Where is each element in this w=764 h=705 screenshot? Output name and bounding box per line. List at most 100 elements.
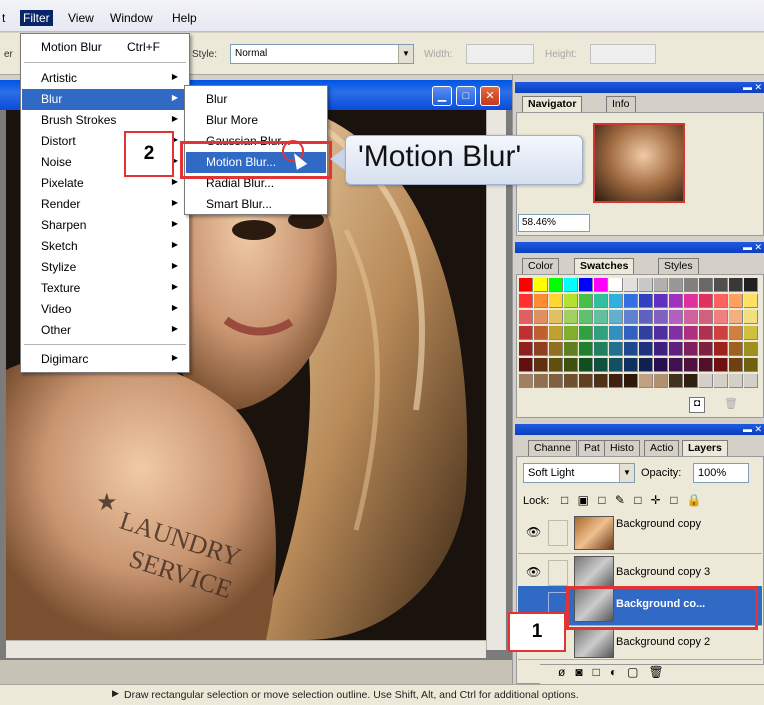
swatch-grid[interactable] (519, 278, 759, 390)
trash-icon[interactable]: 🗑 (723, 397, 739, 413)
vertical-scrollbar[interactable] (486, 110, 506, 650)
color-swatch[interactable] (669, 278, 683, 292)
color-swatch[interactable] (669, 326, 683, 340)
menu-help[interactable]: Help (172, 11, 197, 25)
color-swatch[interactable] (714, 374, 728, 388)
color-swatch[interactable] (669, 310, 683, 324)
menu-view[interactable]: View (68, 11, 94, 25)
menu-item-brush-strokes[interactable]: Brush Strokes ▶ (22, 110, 188, 131)
color-swatch[interactable] (714, 342, 728, 356)
panel-close-icon[interactable]: ▬ ✕ (742, 242, 762, 252)
color-swatch[interactable] (624, 342, 638, 356)
color-swatch[interactable] (639, 358, 653, 372)
tab-info[interactable]: Info (606, 96, 636, 112)
color-swatch[interactable] (594, 326, 608, 340)
eye-icon[interactable]: 👁 (526, 524, 542, 540)
menu-item-other[interactable]: Other ▶ (22, 320, 188, 341)
color-swatch[interactable] (579, 278, 593, 292)
navigator-thumbnail[interactable] (593, 123, 685, 203)
tab-channels[interactable]: Channe (528, 440, 577, 456)
new-swatch-icon[interactable]: ◘ (689, 397, 705, 413)
color-swatch[interactable] (519, 294, 533, 308)
color-swatch[interactable] (699, 294, 713, 308)
color-swatch[interactable] (729, 342, 743, 356)
color-swatch[interactable] (684, 342, 698, 356)
color-swatch[interactable] (624, 358, 638, 372)
color-swatch[interactable] (624, 326, 638, 340)
link-box[interactable] (548, 520, 568, 546)
color-swatch[interactable] (669, 342, 683, 356)
style-select[interactable]: Normal ▼ (230, 44, 414, 64)
color-swatch[interactable] (684, 358, 698, 372)
color-swatch[interactable] (654, 374, 668, 388)
color-swatch[interactable] (669, 358, 683, 372)
color-swatch[interactable] (549, 294, 563, 308)
tab-swatches[interactable]: Swatches (574, 258, 635, 274)
color-swatch[interactable] (609, 294, 623, 308)
color-swatch[interactable] (744, 294, 758, 308)
color-swatch[interactable] (639, 326, 653, 340)
color-swatch[interactable] (609, 342, 623, 356)
color-swatch[interactable] (564, 374, 578, 388)
color-swatch[interactable] (624, 374, 638, 388)
color-swatch[interactable] (714, 358, 728, 372)
color-swatch[interactable] (669, 294, 683, 308)
menu-item-sharpen[interactable]: Sharpen ▶ (22, 215, 188, 236)
color-swatch[interactable] (714, 278, 728, 292)
menu-item-stylize[interactable]: Stylize ▶ (22, 257, 188, 278)
color-swatch[interactable] (549, 326, 563, 340)
color-swatch[interactable] (744, 358, 758, 372)
width-field[interactable] (466, 44, 534, 64)
color-swatch[interactable] (534, 358, 548, 372)
menu-item-sketch[interactable]: Sketch ▶ (22, 236, 188, 257)
tab-color[interactable]: Color (522, 258, 560, 274)
link-box[interactable] (548, 560, 568, 586)
menu-item-video[interactable]: Video ▶ (22, 299, 188, 320)
color-swatch[interactable] (594, 310, 608, 324)
color-swatch[interactable] (714, 310, 728, 324)
close-icon[interactable]: ✕ (480, 86, 500, 106)
zoom-field[interactable]: 58.46% (518, 214, 590, 232)
color-swatch[interactable] (519, 278, 533, 292)
menu-item-texture[interactable]: Texture ▶ (22, 278, 188, 299)
layer-set-icon[interactable]: □ (593, 665, 610, 679)
color-swatch[interactable] (549, 310, 563, 324)
color-swatch[interactable] (549, 342, 563, 356)
color-swatch[interactable] (609, 278, 623, 292)
color-swatch[interactable] (519, 374, 533, 388)
menu-filter[interactable]: Filter (20, 10, 53, 26)
color-swatch[interactable] (669, 374, 683, 388)
color-swatch[interactable] (729, 278, 743, 292)
color-swatch[interactable] (624, 294, 638, 308)
new-layer-icon[interactable]: ▢ (627, 665, 648, 679)
color-swatch[interactable] (564, 326, 578, 340)
color-swatch[interactable] (639, 294, 653, 308)
color-swatch[interactable] (579, 342, 593, 356)
color-swatch[interactable] (534, 342, 548, 356)
color-swatch[interactable] (564, 342, 578, 356)
color-swatch[interactable] (624, 310, 638, 324)
color-swatch[interactable] (699, 358, 713, 372)
color-swatch[interactable] (564, 294, 578, 308)
color-swatch[interactable] (609, 358, 623, 372)
menu-item-digimarc[interactable]: Digimarc ▶ (22, 349, 188, 370)
color-swatch[interactable] (549, 358, 563, 372)
tab-styles[interactable]: Styles (658, 258, 699, 274)
color-swatch[interactable] (534, 310, 548, 324)
color-swatch[interactable] (564, 310, 578, 324)
color-swatch[interactable] (714, 294, 728, 308)
color-swatch[interactable] (639, 374, 653, 388)
color-swatch[interactable] (594, 278, 608, 292)
color-swatch[interactable] (594, 374, 608, 388)
color-swatch[interactable] (579, 374, 593, 388)
color-swatch[interactable] (549, 278, 563, 292)
menu-item-last-filter[interactable]: Motion Blur Ctrl+F (22, 37, 188, 58)
color-swatch[interactable] (594, 294, 608, 308)
color-swatch[interactable] (594, 358, 608, 372)
color-swatch[interactable] (684, 374, 698, 388)
color-swatch[interactable] (579, 310, 593, 324)
layers-panel-titlebar[interactable]: ▬ ✕ (515, 424, 764, 435)
menu-item-smart-blur[interactable]: Smart Blur... (186, 194, 326, 215)
color-swatch[interactable] (564, 358, 578, 372)
layer-row[interactable]: 👁 Background copy (518, 514, 762, 554)
